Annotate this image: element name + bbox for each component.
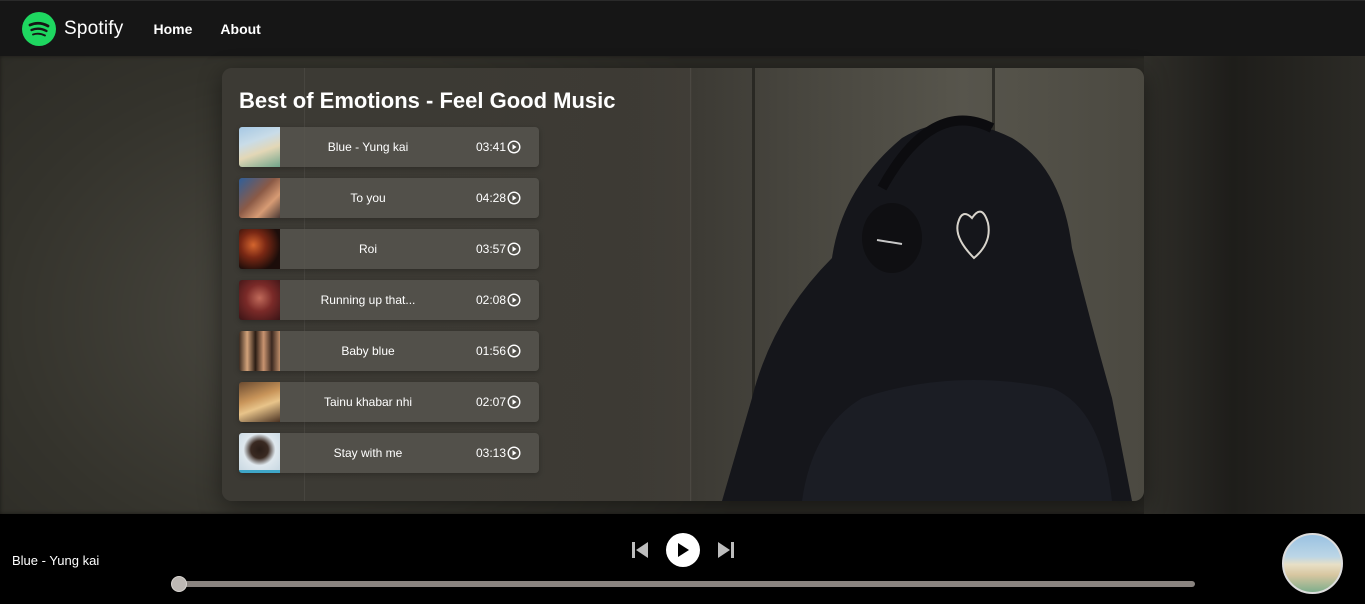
nav-link-about[interactable]: About [220, 21, 260, 37]
brand-name[interactable]: Spotify [64, 18, 124, 40]
nav-link-home[interactable]: Home [154, 21, 193, 37]
song-cover [239, 433, 280, 473]
progress-knob[interactable] [171, 576, 187, 592]
song-cover [239, 127, 280, 167]
playlist-title: Best of Emotions - Feel Good Music [239, 88, 616, 113]
play-circle-icon[interactable] [507, 446, 521, 460]
girl-with-headphones-image [722, 115, 1132, 501]
now-playing-title: Blue - Yung kai [12, 553, 100, 568]
song-name: Stay with me [333, 446, 403, 460]
play-circle-icon[interactable] [507, 344, 521, 358]
song-item[interactable]: Running up that... 02:08 [239, 280, 539, 320]
cover-scene [692, 68, 1144, 501]
song-name: Baby blue [341, 344, 395, 358]
song-cover [239, 280, 280, 320]
current-song-cover [1282, 533, 1343, 594]
song-cover [239, 178, 280, 218]
skip-previous-icon[interactable] [630, 540, 650, 560]
song-item[interactable]: To you 04:28 [239, 178, 539, 218]
song-name: To you [350, 191, 386, 205]
play-circle-icon[interactable] [507, 293, 521, 307]
song-name: Running up that... [320, 293, 416, 307]
navbar: Spotify Home About [0, 0, 1365, 56]
song-name: Tainu khabar nhi [323, 395, 413, 409]
song-name: Roi [358, 242, 377, 256]
play-button[interactable] [666, 533, 700, 567]
song-item[interactable]: Stay with me 03:13 [239, 433, 539, 473]
song-duration: 02:07 [476, 395, 507, 409]
playlist-card: Best of Emotions - Feel Good Music Blue … [222, 68, 1144, 501]
play-circle-icon[interactable] [507, 191, 521, 205]
progress-bar[interactable] [178, 581, 1195, 587]
song-item[interactable]: Blue - Yung kai 03:41 [239, 127, 539, 167]
spotify-logo-icon[interactable] [22, 11, 56, 46]
song-cover [239, 229, 280, 269]
song-duration: 03:41 [476, 140, 507, 154]
play-icon [678, 543, 689, 557]
song-duration: 02:08 [476, 293, 507, 307]
song-item[interactable]: Roi 03:57 [239, 229, 539, 269]
song-duration: 03:57 [476, 242, 507, 256]
divider [690, 68, 691, 501]
song-duration: 04:28 [476, 191, 507, 205]
song-duration: 01:56 [476, 344, 507, 358]
play-circle-icon[interactable] [507, 140, 521, 154]
skip-next-icon[interactable] [716, 540, 736, 560]
song-name: Blue - Yung kai [327, 140, 409, 154]
song-cover [239, 331, 280, 371]
player-bar: Blue - Yung kai [0, 514, 1365, 604]
song-item[interactable]: Tainu khabar nhi 02:07 [239, 382, 539, 422]
play-circle-icon[interactable] [507, 242, 521, 256]
song-cover [239, 382, 280, 422]
play-circle-icon[interactable] [507, 395, 521, 409]
background-right-panel [1144, 56, 1365, 514]
song-list: Blue - Yung kai 03:41 To you 04:28 Roi 0… [239, 127, 539, 484]
song-item[interactable]: Baby blue 01:56 [239, 331, 539, 371]
song-duration: 03:13 [476, 446, 507, 460]
